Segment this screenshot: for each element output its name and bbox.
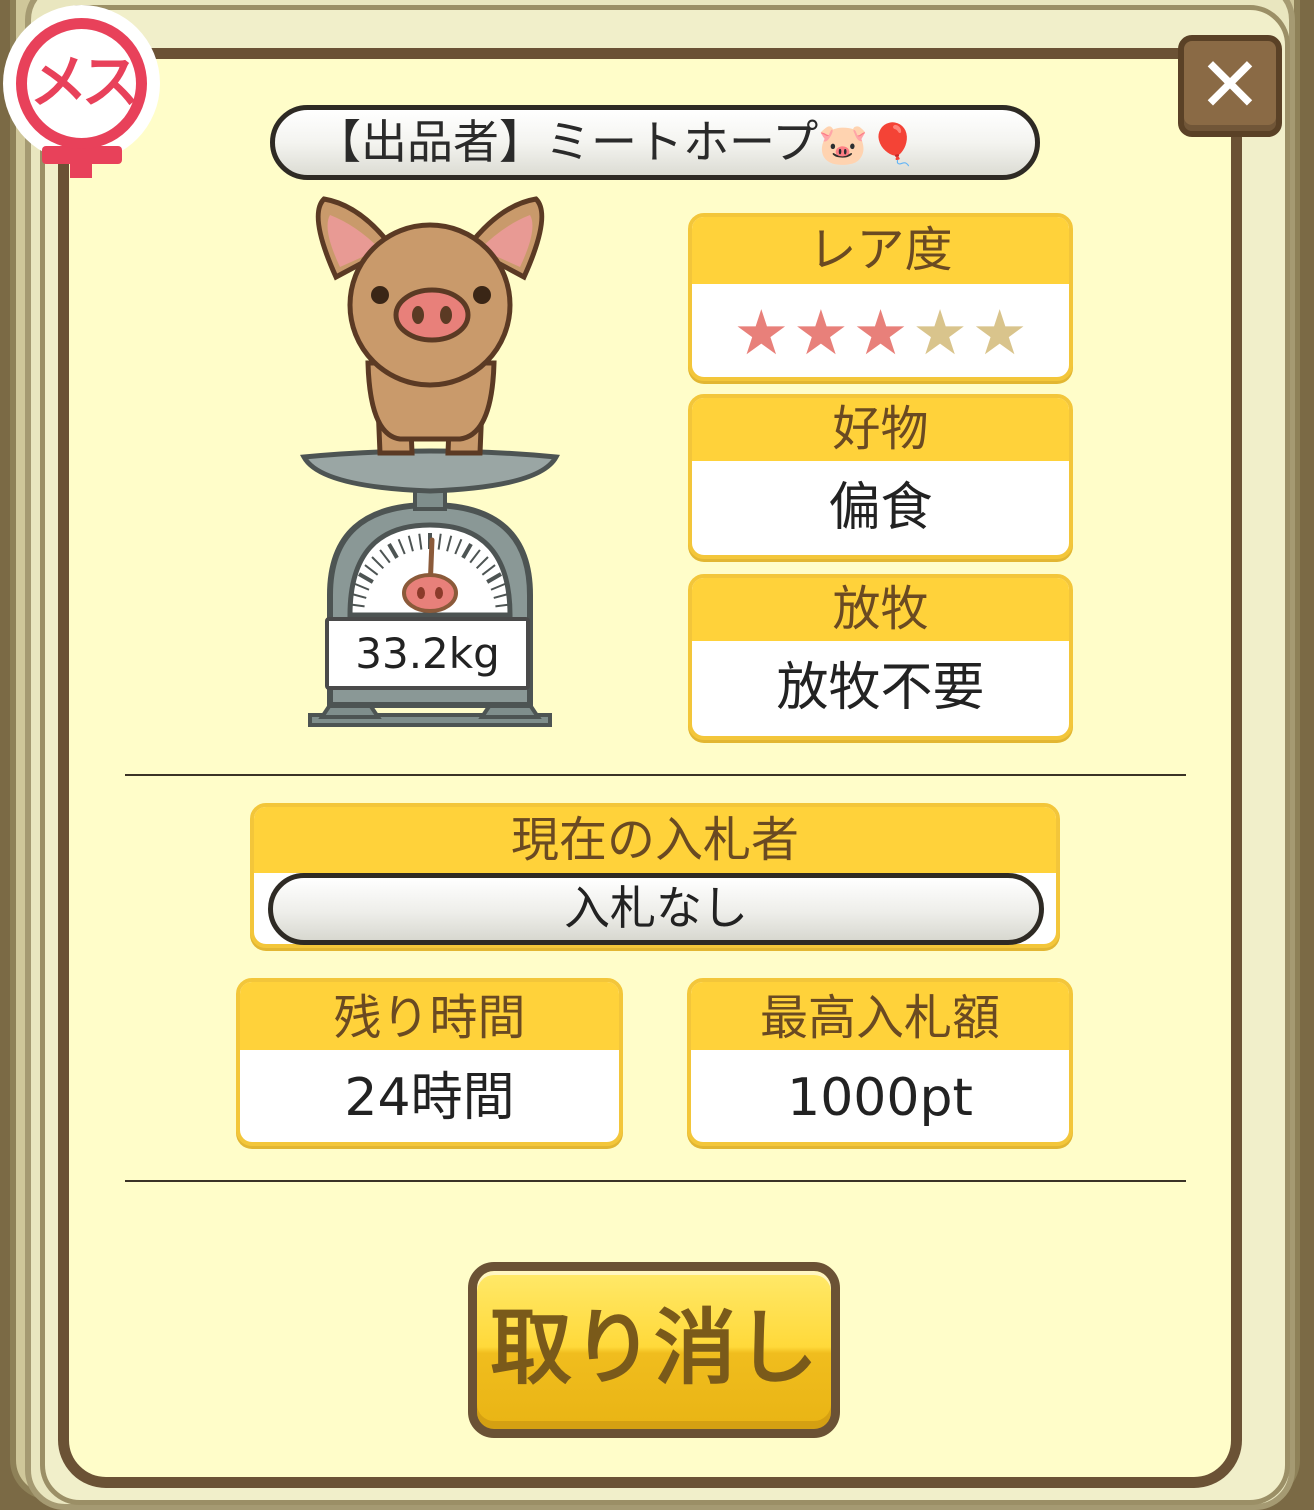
time-left-label: 残り時間	[240, 982, 619, 1050]
close-icon: ✕	[1198, 40, 1262, 129]
highest-bid-value: 1000pt	[787, 1068, 973, 1128]
weight-readout: 33.2kg	[325, 617, 530, 690]
pig-eye-right	[473, 286, 491, 304]
star-empty-icon: ★	[971, 296, 1028, 369]
grazing-card: 放牧 放牧不要	[688, 574, 1073, 740]
pig-emoji-icon: 🐷	[818, 122, 869, 168]
favorite-food-label: 好物	[692, 398, 1069, 461]
divider-top	[125, 774, 1186, 776]
cancel-button[interactable]: 取り消し	[468, 1262, 840, 1438]
scale-dish	[300, 448, 560, 494]
star-filled-icon: ★	[793, 296, 849, 369]
rarity-stars: ★ ★ ★ ★ ★	[692, 298, 1069, 368]
female-badge-label: メス	[16, 18, 147, 149]
favorite-food-value: 偏食	[828, 478, 933, 538]
seller-pill[interactable]: 【出品者】ミートホープ🐷🎈	[270, 105, 1040, 180]
seller-label: 【出品者】ミートホープ	[315, 115, 819, 169]
grazing-label: 放牧	[692, 578, 1069, 641]
balloon-emoji-icon: 🎈	[868, 122, 918, 168]
close-button[interactable]: ✕	[1178, 35, 1282, 137]
current-bidder-card: 現在の入札者 入札なし	[250, 803, 1060, 948]
highest-bid-card: 最高入札額 1000pt	[687, 978, 1073, 1146]
rarity-card: レア度 ★ ★ ★ ★ ★	[688, 213, 1073, 381]
grazing-value: 放牧不要	[776, 658, 985, 718]
rarity-label: レア度	[692, 217, 1069, 284]
scale-needle-cap-snout	[402, 573, 458, 613]
current-bidder-value: 入札なし	[268, 873, 1044, 945]
cancel-button-label: 取り消し	[489, 1301, 818, 1396]
pig-snout	[393, 287, 471, 343]
time-left-card: 残り時間 24時間	[236, 978, 623, 1146]
favorite-food-card: 好物 偏食	[688, 394, 1073, 559]
star-empty-icon: ★	[912, 296, 968, 369]
time-left-value: 24時間	[344, 1068, 515, 1128]
star-filled-icon: ★	[852, 296, 909, 369]
star-filled-icon: ★	[733, 296, 790, 369]
current-bidder-label: 現在の入札者	[254, 807, 1056, 873]
pig-eye-left	[371, 286, 389, 304]
divider-bottom	[125, 1180, 1186, 1182]
weight-value: 33.2kg	[355, 629, 500, 678]
highest-bid-label: 最高入札額	[691, 982, 1069, 1050]
